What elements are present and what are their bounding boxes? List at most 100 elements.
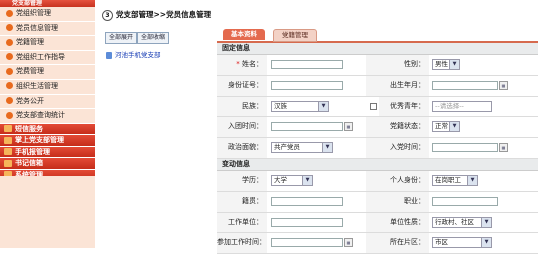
sidebar-item-label: 党支部查询统计 — [16, 111, 65, 120]
calendar-icon[interactable]: ▦ — [344, 238, 353, 248]
workplace-label: 工作单位： — [217, 212, 267, 233]
sidebar-section-mailbox[interactable]: 书记信箱 — [0, 158, 95, 170]
excellent-youth-placeholder: --请选择-- — [435, 101, 464, 110]
nation-select[interactable]: 汉族 ▼ — [271, 100, 329, 112]
form-row: * 姓名： 性别： 男性 ▼ — [217, 55, 538, 76]
folder-icon — [4, 125, 12, 133]
folder-icon — [4, 159, 12, 167]
calendar-icon[interactable]: ▦ — [344, 122, 353, 132]
excellent-youth-label: 优秀青年： — [379, 96, 429, 117]
identity-value: 在岗职工 — [435, 175, 461, 184]
chevron-down-icon: ▼ — [449, 60, 459, 69]
chevron-down-icon: ▼ — [302, 175, 312, 185]
league-join-label: 入团时间： — [217, 117, 267, 138]
political-select[interactable]: 共产党员 ▼ — [271, 142, 333, 154]
area-label: 所在片区： — [366, 233, 429, 254]
sidebar-header[interactable]: 党支部管理 — [0, 0, 95, 7]
calendar-icon[interactable]: ▦ — [499, 143, 508, 153]
party-join-label: 入党时间： — [366, 138, 429, 158]
origin-label: 籍贯： — [217, 191, 267, 212]
bullet-icon — [6, 38, 13, 46]
phone-icon — [106, 51, 112, 59]
education-select[interactable]: 大学 ▼ — [271, 174, 313, 186]
sidebar-item-member-info[interactable]: 党员信息管理 — [0, 21, 95, 37]
identity-label: 个人身份： — [366, 170, 429, 191]
expand-all-button[interactable]: 全部展开 — [105, 32, 138, 44]
bullet-icon — [6, 53, 13, 61]
bullet-icon — [6, 9, 13, 17]
sidebar-item-label: 党员信息管理 — [16, 23, 58, 32]
breadcrumb: 3 党支部管理>>党员信息管理 — [102, 8, 211, 22]
sidebar-item-label: 党籍管理 — [16, 38, 44, 47]
sidebar: 党支部管理 党组织管理 党员信息管理 党籍管理 党组织工作指导 党费管理 组织生… — [0, 0, 95, 248]
sidebar-item-dues[interactable]: 党费管理 — [0, 65, 95, 80]
info-icon: 3 — [102, 9, 113, 21]
section-changing-info: 变动信息 — [217, 158, 538, 171]
origin-field[interactable] — [271, 196, 343, 206]
chevron-down-icon: ▼ — [449, 122, 459, 132]
league-join-field[interactable] — [271, 122, 343, 132]
sidebar-item-label: 党务公开 — [16, 96, 44, 105]
sidebar-item-label: 党组织工作指导 — [16, 52, 65, 61]
sidebar-section-label: 掌上党支部管理 — [15, 136, 64, 145]
sidebar-item-party-org[interactable]: 党组织管理 — [0, 7, 95, 22]
folder-icon — [4, 136, 12, 144]
excellent-youth-select[interactable]: --请选择-- — [432, 100, 492, 112]
nation-value: 汉族 — [274, 101, 287, 110]
work-start-field[interactable] — [271, 238, 343, 248]
gender-select[interactable]: 男性 ▼ — [432, 59, 460, 70]
nation-label: 民族： — [217, 96, 267, 117]
area-select[interactable]: 市区 ▼ — [432, 237, 492, 249]
party-status-select[interactable]: 正常 ▼ — [432, 121, 460, 133]
unit-type-label: 单位性质： — [366, 212, 429, 233]
breadcrumb-text: 党支部管理>>党员信息管理 — [116, 10, 212, 19]
gender-label: 性别： — [366, 55, 429, 75]
tab-membership[interactable]: 党籍管理 — [273, 29, 317, 42]
name-field[interactable] — [271, 60, 343, 69]
form-row: 身份证号： 出生年月： ▦ — [217, 75, 538, 97]
sidebar-item-label: 组织生活管理 — [16, 81, 58, 90]
form-row: 参加工作时间： ▦ 所在片区： 市区 ▼ — [217, 233, 538, 254]
tab-basic-info[interactable]: 基本资料 — [223, 29, 265, 40]
sidebar-section-mobile-news[interactable]: 手机报管理 — [0, 146, 95, 159]
form-row: 籍贯： 职业： — [217, 191, 538, 213]
political-label: 政治面貌： — [217, 138, 267, 158]
form-row: 学历： 大学 ▼ 个人身份： 在岗职工 ▼ — [217, 170, 538, 192]
sidebar-item-affairs-public[interactable]: 党务公开 — [0, 94, 95, 110]
form-row: 工作单位： 单位性质： 行政村、社区 ▼ — [217, 212, 538, 234]
sidebar-section-mobile-branch[interactable]: 掌上党支部管理 — [0, 135, 95, 147]
collapse-all-button[interactable]: 全部收缩 — [137, 32, 170, 44]
identity-select[interactable]: 在岗职工 ▼ — [432, 174, 478, 186]
sidebar-section-label: 书记信箱 — [15, 159, 43, 168]
education-value: 大学 — [274, 175, 287, 184]
bullet-icon — [6, 97, 13, 105]
workplace-field[interactable] — [271, 217, 343, 227]
party-status-value: 正常 — [435, 122, 448, 131]
calendar-icon[interactable]: ▦ — [499, 80, 508, 90]
sidebar-item-statistics[interactable]: 党支部查询统计 — [0, 109, 95, 124]
birth-date-field[interactable] — [432, 80, 498, 90]
birth-date-label: 出生年月： — [366, 75, 429, 96]
sidebar-section-label: 手机报管理 — [15, 147, 50, 156]
form-row: 入团时间： ▦ 党籍状态： 正常 ▼ — [217, 117, 538, 139]
name-label: * 姓名： — [217, 55, 267, 75]
occupation-field[interactable] — [432, 196, 498, 206]
unit-type-select[interactable]: 行政村、社区 ▼ — [432, 216, 492, 228]
folder-icon — [4, 148, 12, 156]
chevron-down-icon: ▼ — [318, 101, 328, 111]
sidebar-section-label: 短信服务 — [15, 124, 43, 133]
sidebar-item-org-life[interactable]: 组织生活管理 — [0, 79, 95, 95]
id-number-field[interactable] — [271, 80, 343, 90]
tab-bar: 基本资料 党籍管理 — [217, 29, 538, 43]
party-join-field[interactable] — [432, 143, 498, 153]
tree-node-label: 河池手机党支部 — [115, 51, 161, 59]
tree-node[interactable]: 河池手机党支部 — [106, 49, 161, 59]
required-mark: * — [236, 60, 240, 68]
sidebar-item-work-guidance[interactable]: 党组织工作指导 — [0, 50, 95, 66]
chevron-down-icon: ▼ — [467, 175, 477, 185]
sidebar-item-membership[interactable]: 党籍管理 — [0, 36, 95, 51]
sidebar-item-label: 党费管理 — [16, 67, 44, 76]
unit-type-value: 行政村、社区 — [435, 217, 474, 226]
excellent-youth-checkbox[interactable] — [370, 102, 377, 110]
sidebar-section-sms[interactable]: 短信服务 — [0, 123, 95, 136]
